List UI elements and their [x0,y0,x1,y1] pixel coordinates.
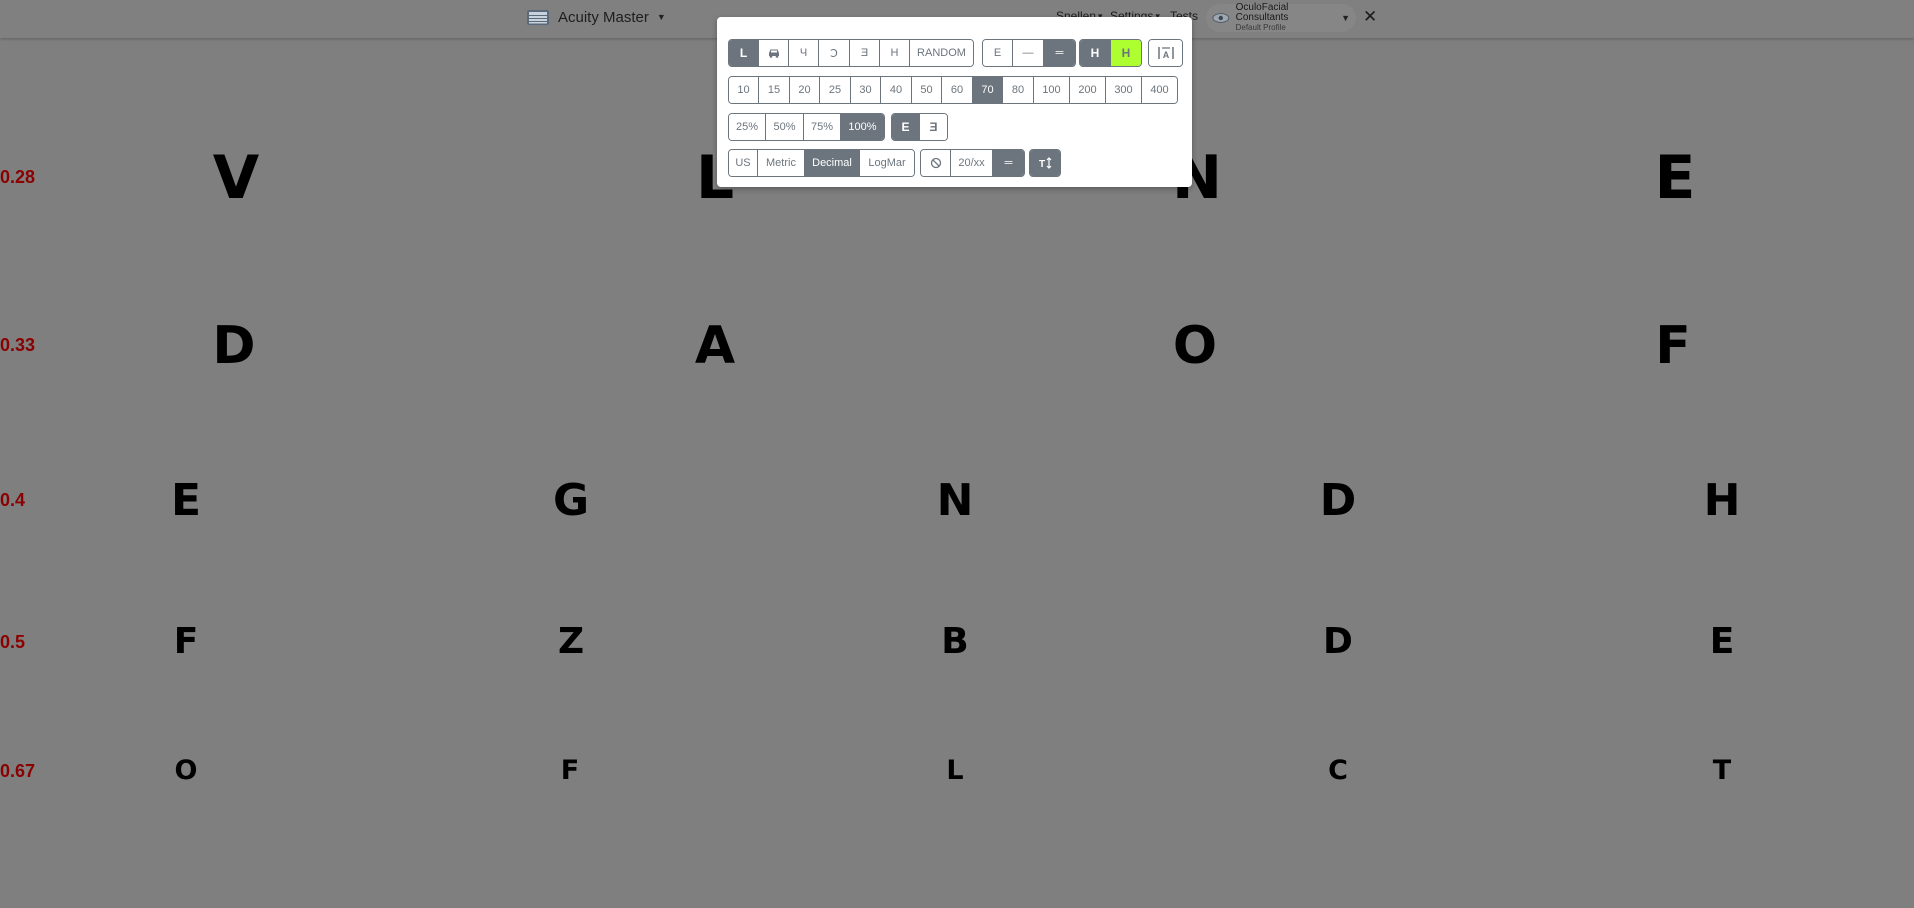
snellen-fraction-button[interactable]: 20/xx [951,150,993,176]
row-label: 0.28 [0,167,36,187]
notation-us-button[interactable]: US [729,150,758,176]
row-label: 0.4 [0,490,26,510]
optotype-letter: F [173,621,199,662]
chevron-down-icon: ▼ [656,12,666,22]
chevron-down-icon: ▼ [1341,13,1350,23]
hide-labels-button[interactable] [921,150,951,176]
chart-type-pictures-button[interactable] [759,40,789,66]
chart-type-hotv-button[interactable]: H [880,40,910,66]
optotype-letter: F [560,755,580,786]
row-label: 0.5 [0,632,26,652]
size-button[interactable]: 20 [790,77,820,103]
multi-line-button[interactable]: ═ [1044,40,1075,66]
row-label: 0.33 [0,335,36,355]
chart-type-numbers-button[interactable]: Ч [789,40,819,66]
optotype-letter: F [1655,316,1691,376]
optotype-letter: E [170,475,202,526]
contrast-button[interactable]: 25% [729,114,766,140]
eye-logo-icon [1212,13,1230,23]
optotype-letter: V [212,143,260,213]
row-label: 0.67 [0,761,36,781]
size-button[interactable]: 30 [851,77,881,103]
optotype-letter: D [1319,475,1357,526]
size-button[interactable]: 40 [881,77,912,103]
chart-type-landolt-c-button[interactable]: Ↄ [819,40,850,66]
size-button[interactable]: 25 [820,77,851,103]
chart-type-tumbling-e-button[interactable]: Ǝ [850,40,880,66]
profile-menu[interactable]: OculoFacial Consultants Default Profile … [1206,2,1356,32]
size-button[interactable]: 70 [973,77,1003,103]
sort-vertical-icon: T [1039,157,1052,169]
svg-text:A: A [1162,50,1169,60]
chart-type-letters-button[interactable]: L [729,40,759,66]
chart-type-group: L Ч Ↄ Ǝ H RANDOM [728,39,974,67]
optotype-letter: O [1172,316,1218,376]
optotype-letter: G [552,475,590,526]
optotype-letter: E [1709,621,1735,662]
size-button[interactable]: 50 [912,77,942,103]
single-line-button[interactable]: — [1013,40,1044,66]
size-button[interactable]: 80 [1003,77,1034,103]
single-letter-button[interactable]: E [983,40,1013,66]
size-button[interactable]: 15 [759,77,790,103]
hide-icon [930,157,941,169]
contrast-button[interactable]: 100% [841,114,884,140]
optotype-letter: D [212,316,256,376]
color-mode-gray-button[interactable]: H [1080,40,1111,66]
close-icon[interactable]: ✕ [1363,8,1377,26]
app-brand-menu[interactable]: Acuity Master ▼ [526,6,666,28]
crowding-bar-button[interactable]: A [1149,40,1182,66]
optotype-letter: E [1654,143,1696,213]
optotype-letter: T [1712,755,1732,786]
size-button[interactable]: 10 [729,77,759,103]
notation-decimal-button[interactable]: Decimal [805,150,860,176]
optotype-letter: Z [557,621,585,662]
contrast-group: 25% 50% 75% 100% [728,113,885,141]
size-button[interactable]: 400 [1142,77,1177,103]
optotype-letter: O [174,755,198,786]
chart-type-random-button[interactable]: RANDOM [910,40,973,66]
notation-logmar-button[interactable]: LogMar [860,150,914,176]
sort-vertical-button[interactable]: T [1030,150,1060,176]
mirror-group: E Ǝ [891,113,948,141]
notation-group: US Metric Decimal LogMar [728,149,915,177]
sort-group: T [1029,149,1061,177]
car-icon [768,49,779,58]
optotype-letter: B [941,621,969,662]
app-title: Acuity Master [558,8,649,26]
profile-name: OculoFacial Consultants [1235,2,1289,23]
profile-subtitle: Default Profile [1235,23,1286,32]
line-mode-group: E — ═ [982,39,1076,67]
optotype-size-group: 10 15 20 25 30 40 50 60 70 80 100 200 30… [728,76,1178,104]
size-button[interactable]: 300 [1106,77,1142,103]
display-options-group: 20/xx ═ [920,149,1025,177]
mirrored-orientation-button[interactable]: Ǝ [920,114,947,140]
crowding-bar-icon: A [1157,47,1174,60]
chart-control-panel: L Ч Ↄ Ǝ H RANDOM E — ═ H H A 10 15 20 25… [717,17,1192,187]
optotype-letter: A [694,316,736,376]
crowding-group: A [1148,39,1183,67]
color-mode-green-button[interactable]: H [1111,40,1141,66]
size-button[interactable]: 60 [942,77,973,103]
acuity-master-logo-icon [527,10,549,25]
optotype-letter: H [1703,475,1741,526]
contrast-button[interactable]: 50% [766,114,804,140]
color-mode-group: H H [1079,39,1142,67]
optotype-letter: N [936,475,974,526]
optotype-letter: L [946,755,964,786]
normal-orientation-button[interactable]: E [892,114,920,140]
show-lines-button[interactable]: ═ [993,150,1024,176]
optotype-letter: D [1323,621,1353,662]
size-button[interactable]: 200 [1070,77,1106,103]
notation-metric-button[interactable]: Metric [758,150,805,176]
size-button[interactable]: 100 [1034,77,1070,103]
optotype-letter: C [1328,755,1348,786]
contrast-button[interactable]: 75% [804,114,841,140]
svg-text:T: T [1039,159,1045,169]
